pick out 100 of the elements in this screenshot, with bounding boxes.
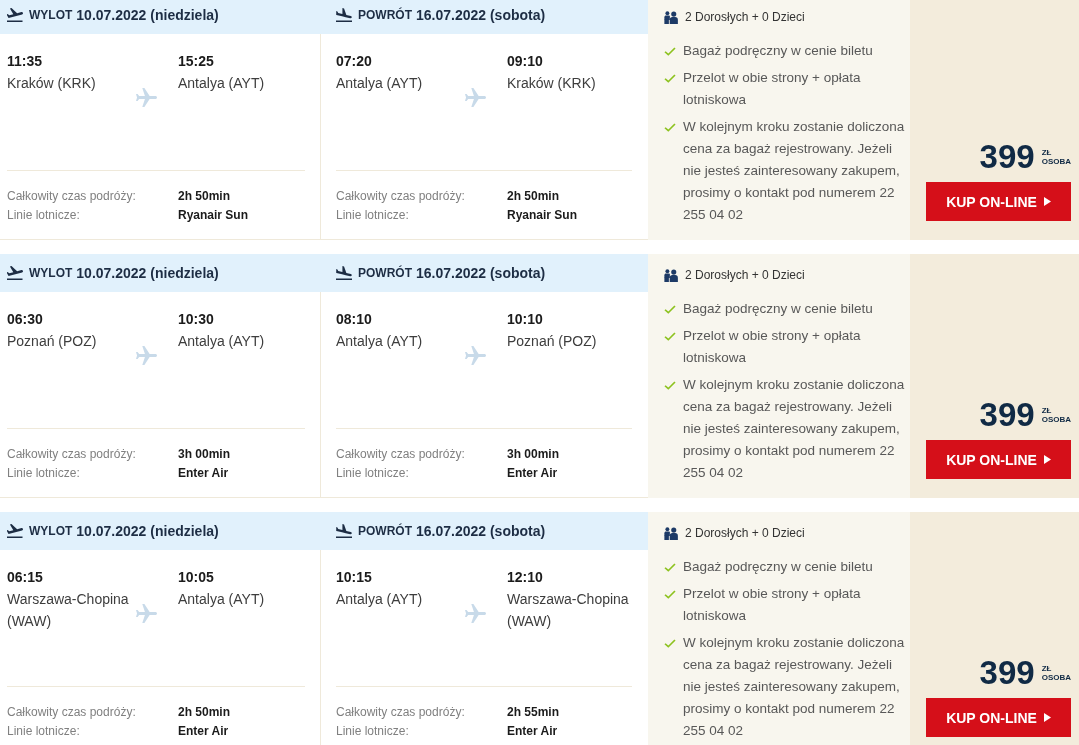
duration-label: Całkowity czas podróży:: [7, 188, 137, 205]
departure-airport: Antalya (AYT): [336, 332, 424, 351]
buy-button[interactable]: KUP ON-LINE: [926, 440, 1071, 479]
price-per-person: OSOBA: [1041, 415, 1071, 424]
plane-landing-icon: [336, 8, 352, 22]
leg-date: 16.07.2022 (sobota): [416, 523, 546, 539]
duration-value: 2h 50min: [507, 188, 561, 205]
people-icon: [664, 526, 679, 540]
price-currency: ZŁ: [1041, 664, 1053, 673]
buy-button[interactable]: KUP ON-LINE: [926, 698, 1071, 737]
duration-value: 2h 50min: [178, 704, 232, 721]
airline-value: Enter Air: [507, 723, 559, 740]
arrival-time: 10:10: [507, 310, 544, 329]
people-icon: [664, 268, 679, 282]
departure-time: 07:20: [336, 52, 373, 71]
departure-time: 06:15: [7, 568, 44, 587]
leg-label: POWRÓT: [358, 524, 412, 538]
departure-time: 08:10: [336, 310, 373, 329]
arrival-airport: Kraków (KRK): [507, 74, 597, 93]
departure-airport: Poznań (POZ): [7, 332, 98, 351]
leg-label: POWRÓT: [358, 266, 412, 280]
airline-value: Ryanair Sun: [507, 207, 579, 224]
passengers-text: 2 Dorosłych + 0 Dzieci: [685, 268, 805, 282]
duration-value: 2h 50min: [178, 188, 232, 205]
leg-date: 16.07.2022 (sobota): [416, 265, 546, 281]
airline-label: Linie lotnicze:: [336, 207, 410, 224]
feature-text: Bagaż podręczny w cenie biletu: [683, 42, 873, 60]
arrival-airport: Warszawa-Chopina (WAW): [507, 590, 630, 631]
duration-label: Całkowity czas podróży:: [336, 704, 466, 721]
price-amount: 399: [979, 139, 1035, 175]
feature-text: Przelot w obie strony + opłata lotniskowa: [683, 69, 862, 109]
airline-value: Enter Air: [178, 723, 230, 740]
check-icon: [664, 305, 676, 314]
plane-takeoff-icon: [7, 8, 23, 22]
duration-value: 3h 00min: [507, 446, 561, 463]
arrival-airport: Antalya (AYT): [178, 74, 266, 93]
plane-takeoff-icon: [7, 524, 23, 538]
leg-date: 10.07.2022 (niedziela): [76, 7, 219, 23]
triangle-right-icon: [1043, 197, 1051, 206]
airline-label: Linie lotnicze:: [7, 207, 81, 224]
departure-airport: Warszawa-Chopina (WAW): [7, 590, 130, 631]
departure-airport: Antalya (AYT): [336, 74, 424, 93]
arrival-time: 10:05: [178, 568, 215, 587]
people-icon: [664, 10, 679, 24]
duration-label: Całkowity czas podróży:: [7, 704, 137, 721]
plane-takeoff-icon: [7, 266, 23, 280]
duration-value: 3h 00min: [178, 446, 232, 463]
check-icon: [664, 590, 676, 599]
duration-value: 2h 55min: [507, 704, 561, 721]
feature-text: Bagaż podręczny w cenie biletu: [683, 300, 873, 318]
duration-label: Całkowity czas podróży:: [336, 188, 466, 205]
arrival-time: 15:25: [178, 52, 215, 71]
plane-landing-icon: [336, 524, 352, 538]
arrival-airport: Antalya (AYT): [178, 332, 266, 351]
departure-time: 11:35: [7, 52, 44, 71]
airline-value: Ryanair Sun: [178, 207, 250, 224]
check-icon: [664, 332, 676, 341]
airline-label: Linie lotnicze:: [7, 465, 81, 482]
arrival-airport: Antalya (AYT): [178, 590, 266, 609]
check-icon: [664, 381, 676, 390]
price-per-person: OSOBA: [1041, 157, 1071, 166]
feature-text: W kolejnym kroku zostanie doliczona cena za bagaż rejestrowany. Jeżeli nie jesteś zainteresowany zakupem, prosimy o kontakt pod numerem 22 255 04 02: [683, 376, 906, 482]
airline-value: Enter Air: [507, 465, 559, 482]
duration-label: Całkowity czas podróży:: [7, 446, 137, 463]
arrival-airport: Poznań (POZ): [507, 332, 598, 351]
price-currency: ZŁ: [1041, 148, 1053, 157]
airline-label: Linie lotnicze:: [336, 465, 410, 482]
passengers-text: 2 Dorosłych + 0 Dzieci: [685, 10, 805, 24]
buy-button[interactable]: KUP ON-LINE: [926, 182, 1071, 221]
plane-icon: [136, 88, 157, 107]
leg-label: WYLOT: [29, 266, 73, 280]
check-icon: [664, 563, 676, 572]
price-amount: 399: [979, 655, 1035, 691]
price-per-person: OSOBA: [1041, 673, 1071, 682]
feature-text: Przelot w obie strony + opłata lotniskowa: [683, 327, 862, 367]
leg-label: POWRÓT: [358, 8, 412, 22]
airline-label: Linie lotnicze:: [336, 723, 410, 740]
price-currency: ZŁ: [1041, 406, 1053, 415]
feature-text: W kolejnym kroku zostanie doliczona cena za bagaż rejestrowany. Jeżeli nie jesteś zainteresowany zakupem, prosimy o kontakt pod numerem 22 255 04 02: [683, 118, 906, 224]
arrival-time: 09:10: [507, 52, 544, 71]
airline-label: Linie lotnicze:: [7, 723, 81, 740]
feature-text: Przelot w obie strony + opłata lotniskowa: [683, 585, 862, 625]
passengers-text: 2 Dorosłych + 0 Dzieci: [685, 526, 805, 540]
departure-airport: Antalya (AYT): [336, 590, 424, 609]
departure-airport: Kraków (KRK): [7, 74, 97, 93]
leg-label: WYLOT: [29, 8, 73, 22]
check-icon: [664, 74, 676, 83]
departure-time: 10:15: [336, 568, 373, 587]
feature-text: Bagaż podręczny w cenie biletu: [683, 558, 873, 576]
plane-landing-icon: [336, 266, 352, 280]
triangle-right-icon: [1043, 455, 1051, 464]
check-icon: [664, 47, 676, 56]
leg-date: 10.07.2022 (niedziela): [76, 523, 219, 539]
feature-text: W kolejnym kroku zostanie doliczona cena za bagaż rejestrowany. Jeżeli nie jesteś zainteresowany zakupem, prosimy o kontakt pod numerem 22 255 04 02: [683, 634, 906, 740]
arrival-time: 12:10: [507, 568, 544, 587]
check-icon: [664, 123, 676, 132]
departure-time: 06:30: [7, 310, 44, 329]
leg-date: 16.07.2022 (sobota): [416, 7, 546, 23]
plane-icon: [136, 604, 157, 623]
leg-label: WYLOT: [29, 524, 73, 538]
